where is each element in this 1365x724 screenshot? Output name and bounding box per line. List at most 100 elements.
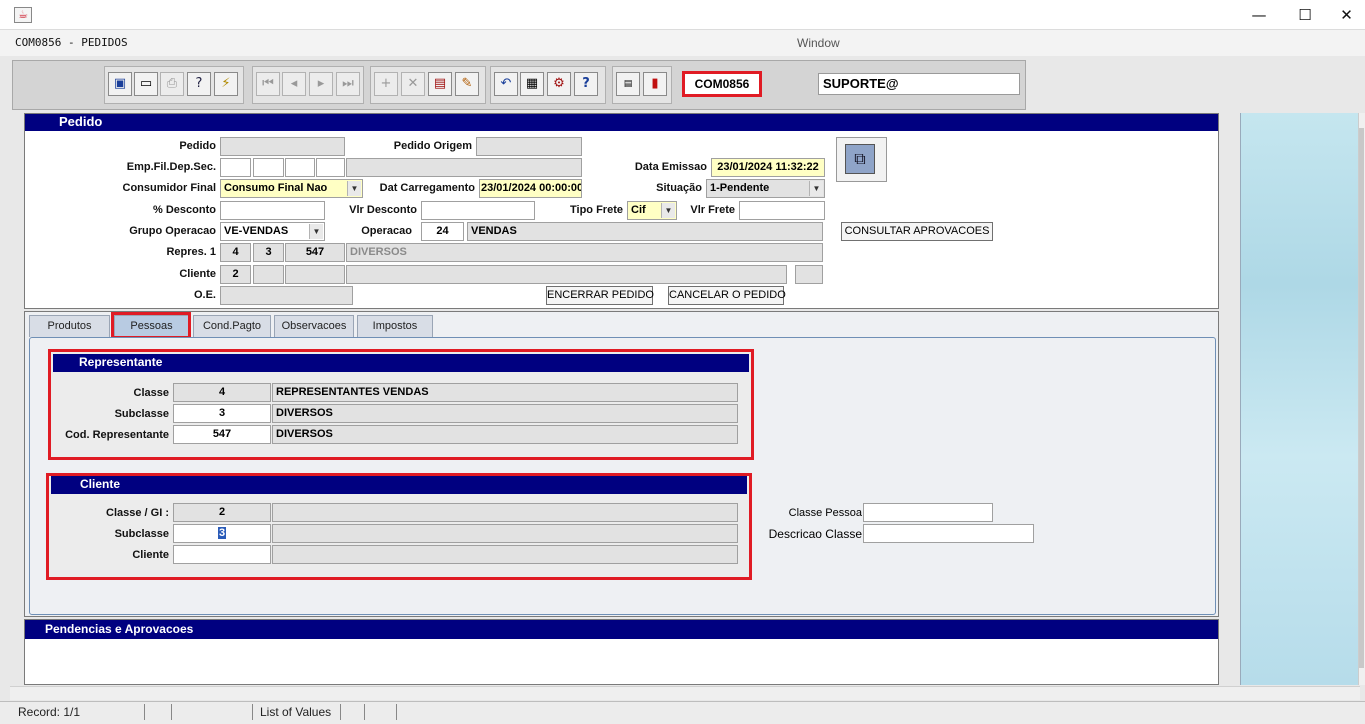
- repres-code-field[interactable]: 547: [285, 243, 345, 262]
- settings-icon[interactable]: ⚙: [547, 72, 571, 96]
- document-link-icon: ⧉: [845, 144, 875, 174]
- operacao-label: Operacao: [361, 225, 412, 237]
- help-icon[interactable]: ?: [574, 72, 598, 96]
- last-record-icon[interactable]: ⏭: [336, 72, 360, 96]
- data-emissao-label: Data Emissao: [634, 161, 707, 173]
- situacao-select[interactable]: 1-Pendente ▼: [706, 179, 825, 198]
- vlr-frete-field[interactable]: [739, 201, 825, 220]
- clear-record-icon[interactable]: ▤: [428, 72, 452, 96]
- cod-representante-field[interactable]: 547: [173, 425, 271, 444]
- cliente-subclasse-field[interactable]: [253, 265, 284, 284]
- window-menu[interactable]: Window: [797, 36, 840, 50]
- edit-icon[interactable]: ✎: [455, 72, 479, 96]
- oe-field[interactable]: [220, 286, 353, 305]
- status-separator: [340, 704, 341, 720]
- repres-classe-field[interactable]: 4: [220, 243, 251, 262]
- cli-classe-desc: [272, 503, 738, 522]
- scrollbar-thumb[interactable]: [1359, 128, 1364, 668]
- operacao-desc-field: VENDAS: [467, 222, 823, 241]
- window-icon[interactable]: ▭: [134, 72, 158, 96]
- pedido-origem-field[interactable]: [476, 137, 582, 156]
- exit-icon[interactable]: ▮: [643, 72, 667, 96]
- cli-subclasse-field[interactable]: 3: [173, 524, 271, 543]
- dep-field[interactable]: [285, 158, 315, 177]
- consultar-aprovacoes-button[interactable]: CONSULTAR APROVACOES: [841, 222, 993, 241]
- data-emissao-field[interactable]: 23/01/2024 11:32:22: [711, 158, 825, 177]
- previous-record-icon[interactable]: ◂: [282, 72, 306, 96]
- minimize-button[interactable]: —: [1236, 0, 1282, 30]
- vlr-frete-label: Vlr Frete: [690, 204, 735, 216]
- grupo-operacao-select[interactable]: VE-VENDAS ▼: [220, 222, 325, 241]
- consumidor-final-value: Consumo Final Nao: [224, 182, 328, 194]
- pendencias-header: Pendencias e Aprovacoes: [25, 620, 1218, 639]
- dat-carregamento-label: Dat Carregamento: [379, 182, 475, 194]
- descricao-classe-field[interactable]: [863, 524, 1034, 543]
- background-pattern: [1240, 113, 1358, 685]
- cli-subclasse-label: Subclasse: [114, 528, 169, 540]
- form-title: COM0856 - PEDIDOS: [15, 36, 128, 49]
- maximize-button[interactable]: ☐: [1282, 0, 1328, 30]
- cli-subclasse-selected-text: 3: [217, 527, 227, 539]
- chevron-down-icon[interactable]: ▼: [347, 181, 361, 196]
- save-icon[interactable]: ▣: [108, 72, 132, 96]
- record-indicator: Record: 1/1: [18, 705, 81, 719]
- tab-produtos[interactable]: Produtos: [29, 315, 110, 337]
- undo-icon[interactable]: ↶: [494, 72, 518, 96]
- consumidor-final-label: Consumidor Final: [122, 182, 217, 194]
- fil-field[interactable]: [253, 158, 284, 177]
- rep-classe-label: Classe: [133, 387, 169, 399]
- insert-record-icon[interactable]: +: [374, 72, 398, 96]
- document-button[interactable]: ⧉: [836, 137, 887, 182]
- classe-pessoa-field[interactable]: [863, 503, 993, 522]
- print-icon[interactable]: ⎙: [160, 72, 184, 96]
- tipo-frete-value: Cif: [631, 204, 646, 216]
- dat-carregamento-field[interactable]: 23/01/2024 00:00:00: [479, 179, 582, 198]
- status-separator: [252, 704, 253, 720]
- cli-cliente-field[interactable]: [173, 545, 271, 564]
- repres-subclasse-field[interactable]: 3: [253, 243, 284, 262]
- tab-observacoes[interactable]: Observacoes: [274, 315, 354, 337]
- tab-pessoas-highlight: [111, 312, 191, 339]
- pct-desconto-label: % Desconto: [153, 204, 216, 216]
- chevron-down-icon[interactable]: ▼: [809, 181, 823, 196]
- cliente-desc-field: [346, 265, 787, 284]
- status-separator: [364, 704, 365, 720]
- rep-classe-field[interactable]: 4: [173, 383, 271, 402]
- emp-field[interactable]: [220, 158, 251, 177]
- cli-subclasse-desc: [272, 524, 738, 543]
- cliente-classe-field[interactable]: 2: [220, 265, 251, 284]
- next-record-icon[interactable]: ▸: [309, 72, 333, 96]
- tab-cond-pagto[interactable]: Cond.Pagto: [193, 315, 271, 337]
- cancelar-pedido-button[interactable]: CANCELAR O PEDIDO: [668, 286, 786, 305]
- sec-field[interactable]: [316, 158, 345, 177]
- menu-icon[interactable]: ▤: [616, 72, 640, 96]
- clipboard-icon[interactable]: ▦: [520, 72, 544, 96]
- forms-menubar: [0, 30, 1365, 56]
- rep-classe-desc: REPRESENTANTES VENDAS: [272, 383, 738, 402]
- cliente-code-field[interactable]: [285, 265, 345, 284]
- encerrar-pedido-button[interactable]: ENCERRAR PEDIDO: [546, 286, 654, 305]
- tab-impostos[interactable]: Impostos: [357, 315, 433, 337]
- first-record-icon[interactable]: ⏮: [256, 72, 280, 96]
- operacao-code-field[interactable]: 24: [421, 222, 464, 241]
- query-help-icon[interactable]: ?: [187, 72, 211, 96]
- tipo-frete-select[interactable]: Cif ▼: [627, 201, 677, 220]
- user-field: SUPORTE@: [818, 73, 1020, 95]
- consumidor-final-select[interactable]: Consumo Final Nao ▼: [220, 179, 363, 198]
- execute-query-icon[interactable]: ⚡: [214, 72, 238, 96]
- rep-subclasse-field[interactable]: 3: [173, 404, 271, 423]
- form-code-badge: COM0856: [682, 71, 762, 97]
- cliente-label: Cliente: [179, 268, 216, 280]
- pedido-field[interactable]: [220, 137, 345, 156]
- chevron-down-icon[interactable]: ▼: [309, 224, 323, 239]
- vlr-desconto-field[interactable]: [421, 201, 535, 220]
- chevron-down-icon[interactable]: ▼: [661, 203, 675, 218]
- situacao-value: 1-Pendente: [710, 182, 770, 194]
- pedido-header: Pedido: [25, 114, 1218, 131]
- delete-record-icon[interactable]: ✕: [401, 72, 425, 96]
- repres-desc-field: DIVERSOS: [346, 243, 823, 262]
- cli-classe-field[interactable]: 2: [173, 503, 271, 522]
- close-button[interactable]: ✕: [1328, 0, 1365, 30]
- rep-subclasse-desc: DIVERSOS: [272, 404, 738, 423]
- pct-desconto-field[interactable]: [220, 201, 325, 220]
